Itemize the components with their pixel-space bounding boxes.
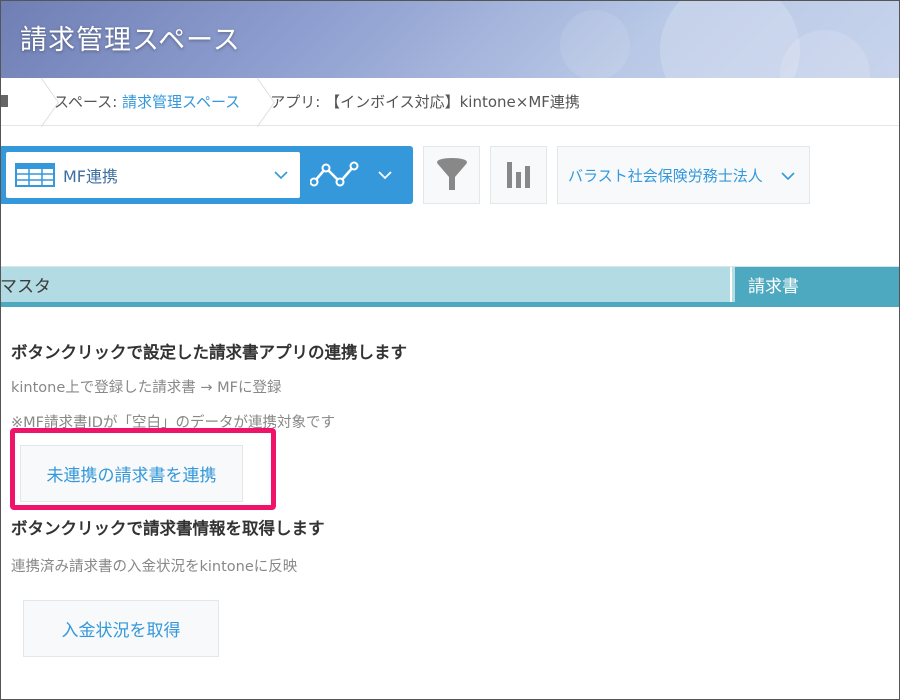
space-title: 請求管理スペース bbox=[20, 25, 241, 56]
home-icon[interactable] bbox=[0, 78, 24, 126]
tab-bar: マスタ 請求書 bbox=[0, 266, 900, 307]
view-dropdown[interactable]: MF連携 bbox=[6, 152, 300, 198]
breadcrumb-space-prefix: スペース: bbox=[54, 93, 123, 111]
breadcrumb-app-name: 【インボイス対応】kintone×MF連携 bbox=[325, 93, 580, 111]
breadcrumb-app: アプリ: 【インボイス対応】kintone×MF連携 bbox=[270, 91, 580, 112]
organization-selector[interactable]: バラスト社会保険労務士法人 bbox=[557, 146, 810, 204]
breadcrumb-space: スペース: 請求管理スペース bbox=[54, 91, 240, 112]
tab-invoice[interactable]: 請求書 bbox=[735, 267, 900, 302]
chevron-down-icon bbox=[274, 171, 288, 180]
section2-heading: ボタンクリックで請求書情報を取得します bbox=[11, 519, 325, 538]
tab-invoice-label: 請求書 bbox=[748, 277, 799, 297]
breadcrumb-separator bbox=[30, 78, 44, 126]
tab-master[interactable]: マスタ bbox=[0, 267, 732, 302]
breadcrumb-space-link[interactable]: 請求管理スペース bbox=[122, 93, 240, 111]
graph-icon[interactable] bbox=[310, 160, 360, 190]
chevron-down-icon[interactable] bbox=[376, 166, 394, 184]
tab-master-label: マスタ bbox=[0, 277, 51, 297]
filter-icon bbox=[436, 158, 467, 190]
header-decoration bbox=[560, 10, 630, 78]
fetch-payment-status-button[interactable]: 入金状況を取得 bbox=[23, 600, 219, 657]
breadcrumb-separator bbox=[246, 78, 260, 126]
section1-description: kintone上で登録した請求書 → MFに登録 bbox=[11, 380, 282, 396]
sync-invoices-button[interactable]: 未連携の請求書を連携 bbox=[20, 445, 243, 502]
view-selector: MF連携 bbox=[0, 146, 413, 204]
section2-description: 連携済み請求書の入金状況をkintoneに反映 bbox=[11, 559, 298, 575]
section1-note: ※MF請求書IDが「空白」のデータが連携対象です bbox=[11, 415, 335, 431]
header-decoration bbox=[660, 0, 800, 78]
breadcrumb-app-prefix: アプリ: bbox=[270, 93, 326, 111]
space-header: 請求管理スペース bbox=[0, 0, 900, 78]
breadcrumb: スペース: 請求管理スペース アプリ: 【インボイス対応】kintone×MF連… bbox=[0, 78, 900, 126]
chart-button[interactable] bbox=[490, 146, 547, 204]
section1-heading: ボタンクリックで設定した請求書アプリの連携します bbox=[11, 343, 407, 362]
view-label: MF連携 bbox=[63, 167, 119, 186]
organization-label: バラスト社会保険労務士法人 bbox=[568, 166, 763, 185]
chevron-down-icon bbox=[781, 172, 795, 181]
bar-chart-icon bbox=[506, 162, 530, 188]
filter-button[interactable] bbox=[423, 146, 480, 204]
table-icon bbox=[15, 163, 55, 187]
